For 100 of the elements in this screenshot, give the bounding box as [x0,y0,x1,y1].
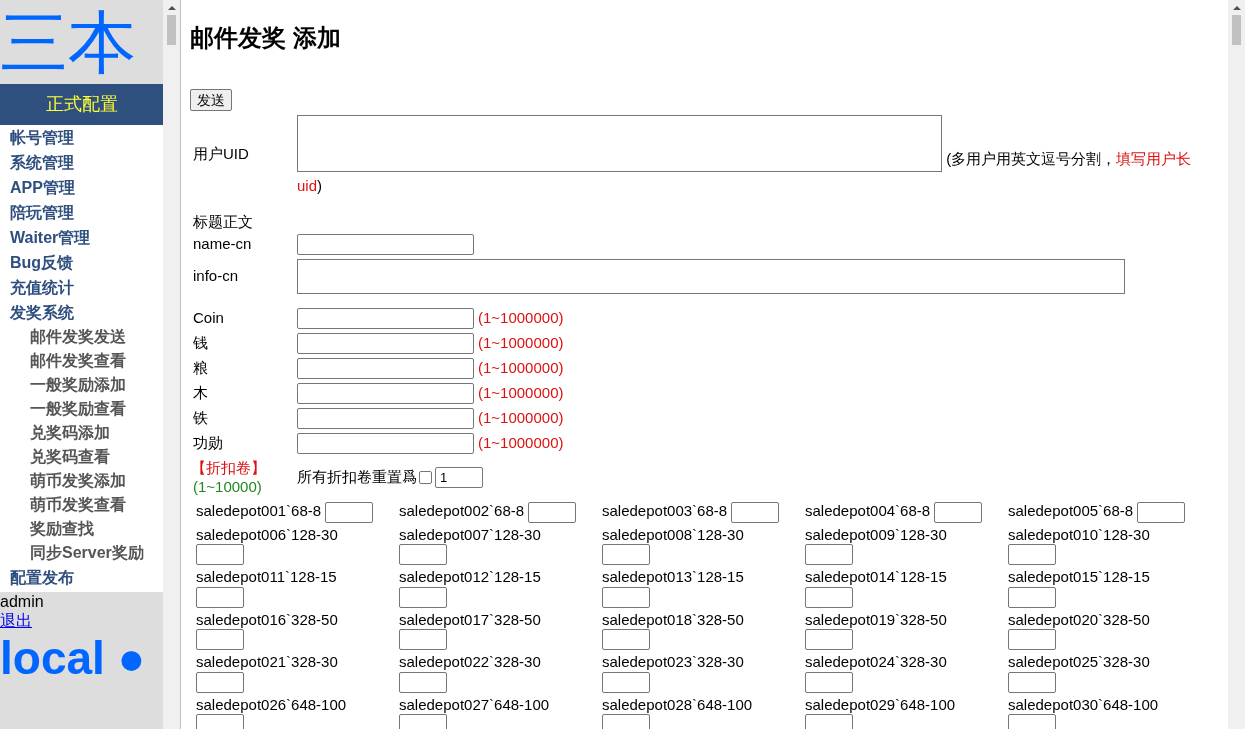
depot-input[interactable] [805,629,853,651]
scrollbar[interactable] [1228,0,1245,729]
depot-input[interactable] [934,501,983,523]
depot-label: saledepot029`648-100 [805,695,956,713]
scroll-thumb[interactable] [167,15,176,45]
depot-input[interactable] [196,544,244,566]
nav-sublink[interactable]: 同步Server奖励 [10,541,163,565]
logo-text: 三本 [0,3,137,82]
amount-input[interactable] [297,433,474,454]
depot-input[interactable] [1008,629,1056,651]
uid-textarea[interactable] [297,115,942,172]
nav-sublink[interactable]: 萌币发奖添加 [10,469,163,493]
depot-label: saledepot024`328-30 [805,653,947,671]
depot-input[interactable] [805,671,853,693]
nav-sublink[interactable]: 萌币发奖查看 [10,493,163,517]
field-label: info-cn [193,265,240,286]
depot-input[interactable] [1008,671,1056,693]
name-cn-input[interactable] [297,233,474,255]
scroll-up-icon[interactable] [1232,6,1241,10]
nav-link[interactable]: 帐号管理 [10,125,163,150]
range-hint: (1~1000000) [478,408,564,429]
range-hint: (1~1000000) [478,383,564,404]
depot-input[interactable] [731,501,780,523]
nav-link[interactable]: 配置发布 [10,565,163,590]
nav-sublink[interactable]: 邮件发奖查看 [10,349,163,373]
depot-input[interactable] [602,544,650,566]
nav-link[interactable]: Waiter管理 [10,225,163,250]
depot-input[interactable] [1008,586,1056,608]
nav-link[interactable]: APP管理 [10,175,163,200]
reset-value-input[interactable]: 1 [435,466,483,488]
logout-link[interactable]: 退出 [0,611,32,630]
nav-sublink[interactable]: 兑奖码查看 [10,445,163,469]
footer-logo-text: local ● [0,631,147,686]
depot-input[interactable] [196,586,244,608]
nav-sublink[interactable]: 一般奖励添加 [10,373,163,397]
depot-label: saledepot014`128-15 [805,568,947,586]
depot-label: saledepot021`328-30 [196,653,338,671]
depot-input[interactable] [602,671,650,693]
amount-input[interactable] [297,408,474,429]
field-label: Coin [193,308,225,329]
depot-label: saledepot030`648-100 [1008,695,1159,713]
field-label: 功勋 [193,433,224,454]
scroll-up-icon[interactable] [167,6,176,10]
depot-input[interactable] [602,629,650,651]
range-hint: (1~1000000) [478,433,564,454]
depot-label: saledepot025`328-30 [1008,653,1150,671]
depot-label: saledepot018`328-50 [602,610,744,628]
depot-label: saledepot011`128-15 [196,568,337,586]
depot-input[interactable] [399,629,447,651]
nav-link[interactable]: Bug反馈 [10,250,163,275]
nav-sublink[interactable]: 邮件发奖发送 [10,325,163,349]
depot-label: saledepot003`68-8 [602,502,728,519]
depot-input[interactable] [325,501,374,523]
depot-input[interactable] [1137,501,1186,523]
depot-input[interactable] [805,586,853,608]
depot-input[interactable] [1008,544,1056,566]
depot-label: saledepot027`648-100 [399,695,550,713]
section-header: 正式配置 [0,84,163,125]
depot-input[interactable] [1008,714,1056,729]
nav-sublink[interactable]: 一般奖励查看 [10,397,163,421]
amount-input[interactable] [297,383,474,404]
uid-hint: (多用户用英文逗号分割，填写用户长uid) [297,150,1192,194]
depot-label: saledepot010`128-30 [1008,525,1150,543]
depot-label: saledepot007`128-30 [399,525,541,543]
discount-label: 【折扣卷】 [191,458,266,477]
depot-label: saledepot022`328-30 [399,653,541,671]
nav-sublink[interactable]: 奖励查找 [10,517,163,541]
nav-link[interactable]: 系统管理 [10,150,163,175]
depot-input[interactable] [196,714,244,729]
reset-checkbox[interactable] [419,470,432,484]
depot-input[interactable] [196,629,244,651]
amount-input[interactable] [297,308,474,329]
depot-input[interactable] [399,544,447,566]
depot-input[interactable] [602,586,650,608]
field-label: 用户UID [193,144,250,164]
range-hint: (1~1000000) [478,358,564,379]
depot-input[interactable] [805,544,853,566]
section-label: 标题正文 [193,212,254,232]
nav-sublink[interactable]: 兑奖码添加 [10,421,163,445]
depot-input[interactable] [399,671,447,693]
nav-link[interactable]: 发奖系统 [10,300,163,325]
depot-label: saledepot005`68-8 [1008,502,1134,519]
depot-input[interactable] [528,501,577,523]
depot-input[interactable] [196,671,244,693]
depot-input[interactable] [602,714,650,729]
depot-input[interactable] [399,586,447,608]
amount-input[interactable] [297,333,474,354]
depot-input[interactable] [805,714,853,729]
depot-label: saledepot006`128-30 [196,525,338,543]
send-button[interactable]: 发送 [190,89,232,111]
username: admin [0,592,45,611]
scroll-thumb[interactable] [1232,15,1241,45]
info-cn-textarea[interactable] [297,258,1125,294]
depot-input[interactable] [399,714,447,729]
nav-link[interactable]: 陪玩管理 [10,200,163,225]
nav-link[interactable]: 充值统计 [10,275,163,300]
range-hint: (1~1000000) [478,308,564,329]
reset-label: 所有折扣卷重置爲 [297,466,417,487]
amount-input[interactable] [297,358,474,379]
depot-label: saledepot026`648-100 [196,695,347,713]
